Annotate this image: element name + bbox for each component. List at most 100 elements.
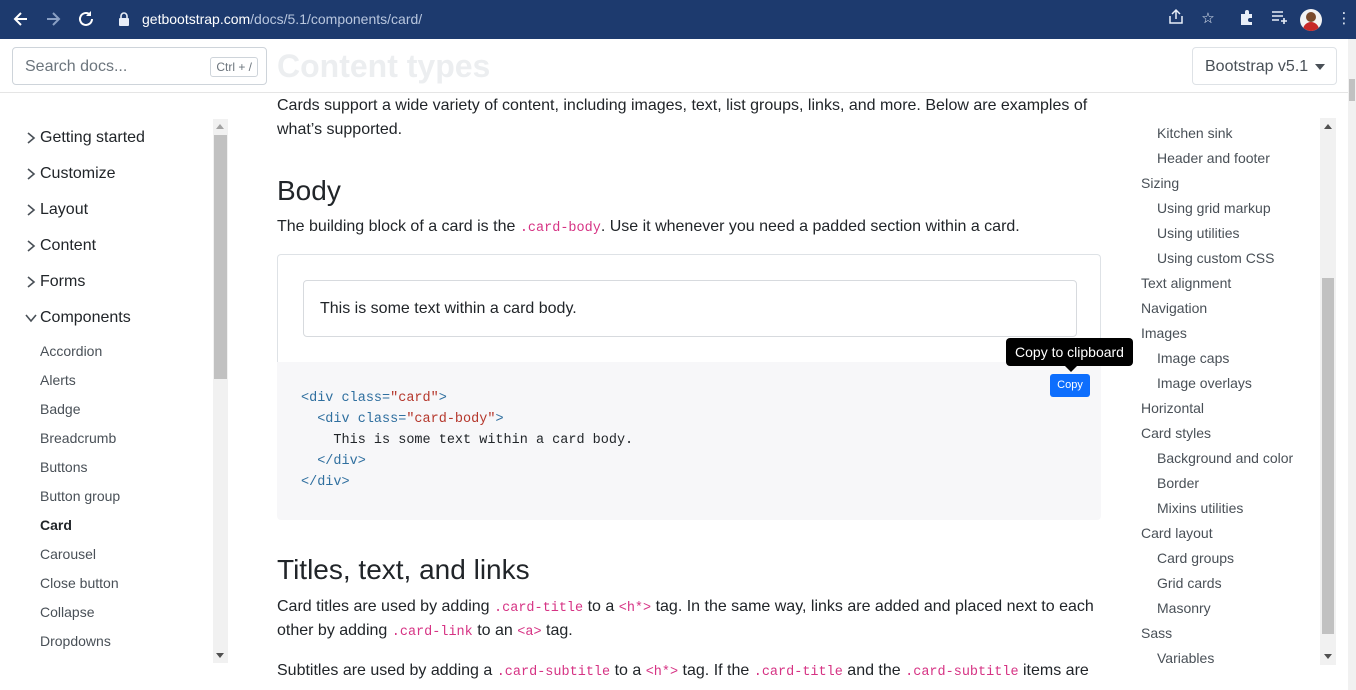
body-text: . Use it whenever you need a padded sect… bbox=[600, 218, 1020, 235]
sidebar-group-customize[interactable]: Customize bbox=[24, 165, 116, 183]
toc-item-masonry[interactable]: Masonry bbox=[1157, 600, 1211, 616]
copy-button[interactable]: Copy bbox=[1050, 374, 1090, 397]
sidebar-group-content[interactable]: Content bbox=[24, 237, 96, 255]
sidebar-group-label: Components bbox=[40, 309, 131, 326]
card-body-text: This is some text within a card body. bbox=[320, 300, 577, 317]
intro-paragraph-line1: Cards support a wide variety of content,… bbox=[277, 97, 1088, 114]
sidebar-item-alerts[interactable]: Alerts bbox=[40, 372, 76, 388]
sidebar-item-dropdowns[interactable]: Dropdowns bbox=[40, 633, 111, 649]
docs-sidebar: Getting started Customize Layout Content… bbox=[0, 93, 230, 690]
example-preview: This is some text within a card body. bbox=[277, 254, 1101, 362]
sidebar-item-badge[interactable]: Badge bbox=[40, 401, 80, 417]
toc-item-image-overlays[interactable]: Image overlays bbox=[1157, 375, 1252, 391]
toc-item-sizing[interactable]: Sizing bbox=[1141, 175, 1179, 191]
scrollbar-thumb[interactable] bbox=[1322, 278, 1334, 634]
toc-scrollbar[interactable] bbox=[1320, 118, 1336, 665]
sidebar-group-components[interactable]: Components bbox=[24, 309, 131, 327]
toc-item-card-groups[interactable]: Card groups bbox=[1157, 550, 1234, 566]
titles-heading: Titles, text, and links bbox=[277, 554, 530, 585]
kebab-menu-icon[interactable]: ⋮ bbox=[1333, 8, 1355, 30]
reload-icon[interactable] bbox=[75, 8, 97, 30]
toc-item-image-caps[interactable]: Image caps bbox=[1157, 350, 1229, 366]
toc-item-horizontal[interactable]: Horizontal bbox=[1141, 400, 1204, 416]
chevron-down-icon bbox=[24, 311, 38, 325]
inline-code: .card-subtitle bbox=[496, 665, 611, 680]
inline-code: .card-title bbox=[494, 601, 584, 616]
address-bar[interactable]: getbootstrap.com/docs/5.1/components/car… bbox=[142, 11, 422, 27]
chevron-right-icon bbox=[24, 131, 38, 145]
toc-item-navigation[interactable]: Navigation bbox=[1141, 300, 1207, 316]
titles-paragraph-line2: other by adding .card-link to an <a> tag… bbox=[277, 622, 573, 640]
sidebar-group-layout[interactable]: Layout bbox=[24, 201, 88, 219]
sidebar-group-label: Layout bbox=[40, 201, 89, 218]
sidebar-item-button-group[interactable]: Button group bbox=[40, 488, 120, 504]
copy-tooltip: Copy to clipboard bbox=[1006, 338, 1133, 366]
scroll-up-arrow-icon[interactable] bbox=[1324, 124, 1332, 129]
toc-item-sass[interactable]: Sass bbox=[1141, 625, 1172, 641]
inline-code: <h*> bbox=[645, 665, 679, 680]
sidebar-group-label: Forms bbox=[40, 273, 86, 290]
toc-item-border[interactable]: Border bbox=[1157, 475, 1199, 491]
inline-code: <a> bbox=[517, 625, 542, 640]
sidebar-group-label: Customize bbox=[40, 165, 116, 182]
titles-paragraph-line1: Card titles are used by adding .card-tit… bbox=[277, 598, 1094, 616]
scroll-down-arrow-icon[interactable] bbox=[216, 653, 224, 658]
toc-item-using-grid-markup[interactable]: Using grid markup bbox=[1157, 200, 1271, 216]
sidebar-item-accordion[interactable]: Accordion bbox=[40, 343, 102, 359]
sidebar-item-card[interactable]: Card bbox=[40, 517, 72, 533]
sidebar-item-breadcrumb[interactable]: Breadcrumb bbox=[40, 430, 116, 446]
sidebar-item-collapse[interactable]: Collapse bbox=[40, 604, 94, 620]
inline-code: .card-link bbox=[391, 625, 473, 640]
chevron-right-icon bbox=[24, 275, 38, 289]
scroll-down-arrow-icon[interactable] bbox=[1324, 654, 1332, 659]
reading-list-icon[interactable] bbox=[1268, 8, 1290, 30]
docs-header: Search docs... Ctrl + / Content types Bo… bbox=[0, 39, 1348, 93]
sidebar-scrollbar[interactable] bbox=[213, 119, 228, 663]
body-text: The building block of a card is the bbox=[277, 218, 520, 235]
sidebar-group-forms[interactable]: Forms bbox=[24, 273, 85, 291]
code-line: <div class="card-body"> bbox=[301, 412, 504, 427]
tooltip-arrow bbox=[1065, 366, 1077, 372]
sidebar-group-label: Content bbox=[40, 237, 97, 254]
lock-icon[interactable] bbox=[118, 12, 130, 26]
toc-item-card-layout[interactable]: Card layout bbox=[1141, 525, 1213, 541]
example-card: This is some text within a card body. bbox=[303, 280, 1077, 337]
url-path: /docs/5.1/components/card/ bbox=[250, 11, 423, 27]
share-icon[interactable] bbox=[1165, 8, 1187, 30]
intro-paragraph-line2: what’s supported. bbox=[277, 121, 403, 138]
sidebar-item-close-button[interactable]: Close button bbox=[40, 575, 119, 591]
star-icon[interactable]: ☆ bbox=[1197, 8, 1219, 30]
toc-item-using-custom-css[interactable]: Using custom CSS bbox=[1157, 250, 1274, 266]
chevron-right-icon bbox=[24, 167, 38, 181]
toc-item-grid-cards[interactable]: Grid cards bbox=[1157, 575, 1222, 591]
profile-avatar[interactable] bbox=[1300, 9, 1322, 31]
version-dropdown[interactable]: Bootstrap v5.1 bbox=[1192, 47, 1337, 85]
search-input[interactable]: Search docs... Ctrl + / bbox=[12, 47, 267, 85]
code-line: <div class="card"> bbox=[301, 391, 447, 406]
page-scrollbar[interactable] bbox=[1348, 39, 1356, 690]
forward-arrow-icon[interactable] bbox=[42, 8, 64, 30]
toc-item-images[interactable]: Images bbox=[1141, 325, 1187, 341]
sidebar-item-carousel[interactable]: Carousel bbox=[40, 546, 96, 562]
sidebar-group-getting-started[interactable]: Getting started bbox=[24, 129, 145, 147]
toc-item-card-styles[interactable]: Card styles bbox=[1141, 425, 1211, 441]
code-line: </div> bbox=[301, 475, 350, 490]
toc-item-header-and-footer[interactable]: Header and footer bbox=[1157, 150, 1270, 166]
scroll-up-arrow-icon[interactable] bbox=[216, 124, 224, 129]
version-label: Bootstrap v5.1 bbox=[1205, 58, 1309, 75]
subtitles-paragraph: Subtitles are used by adding a .card-sub… bbox=[277, 662, 1089, 680]
back-arrow-icon[interactable] bbox=[10, 8, 32, 30]
scrollbar-thumb[interactable] bbox=[214, 135, 227, 379]
toc-item-using-utilities[interactable]: Using utilities bbox=[1157, 225, 1239, 241]
toc-item-text-alignment[interactable]: Text alignment bbox=[1141, 275, 1231, 291]
toc-item-background-and-color[interactable]: Background and color bbox=[1157, 450, 1293, 466]
toc-item-mixins-utilities[interactable]: Mixins utilities bbox=[1157, 500, 1243, 516]
code-line: </div> bbox=[301, 454, 366, 469]
extensions-icon[interactable] bbox=[1236, 8, 1258, 30]
sidebar-group-label: Getting started bbox=[40, 129, 145, 146]
sidebar-item-buttons[interactable]: Buttons bbox=[40, 459, 87, 475]
search-placeholder: Search docs... bbox=[25, 58, 128, 75]
code-snippet: Copy to clipboard Copy <div class="card"… bbox=[277, 338, 1133, 520]
toc-item-kitchen-sink[interactable]: Kitchen sink bbox=[1157, 125, 1232, 141]
toc-item-variables[interactable]: Variables bbox=[1157, 650, 1214, 666]
